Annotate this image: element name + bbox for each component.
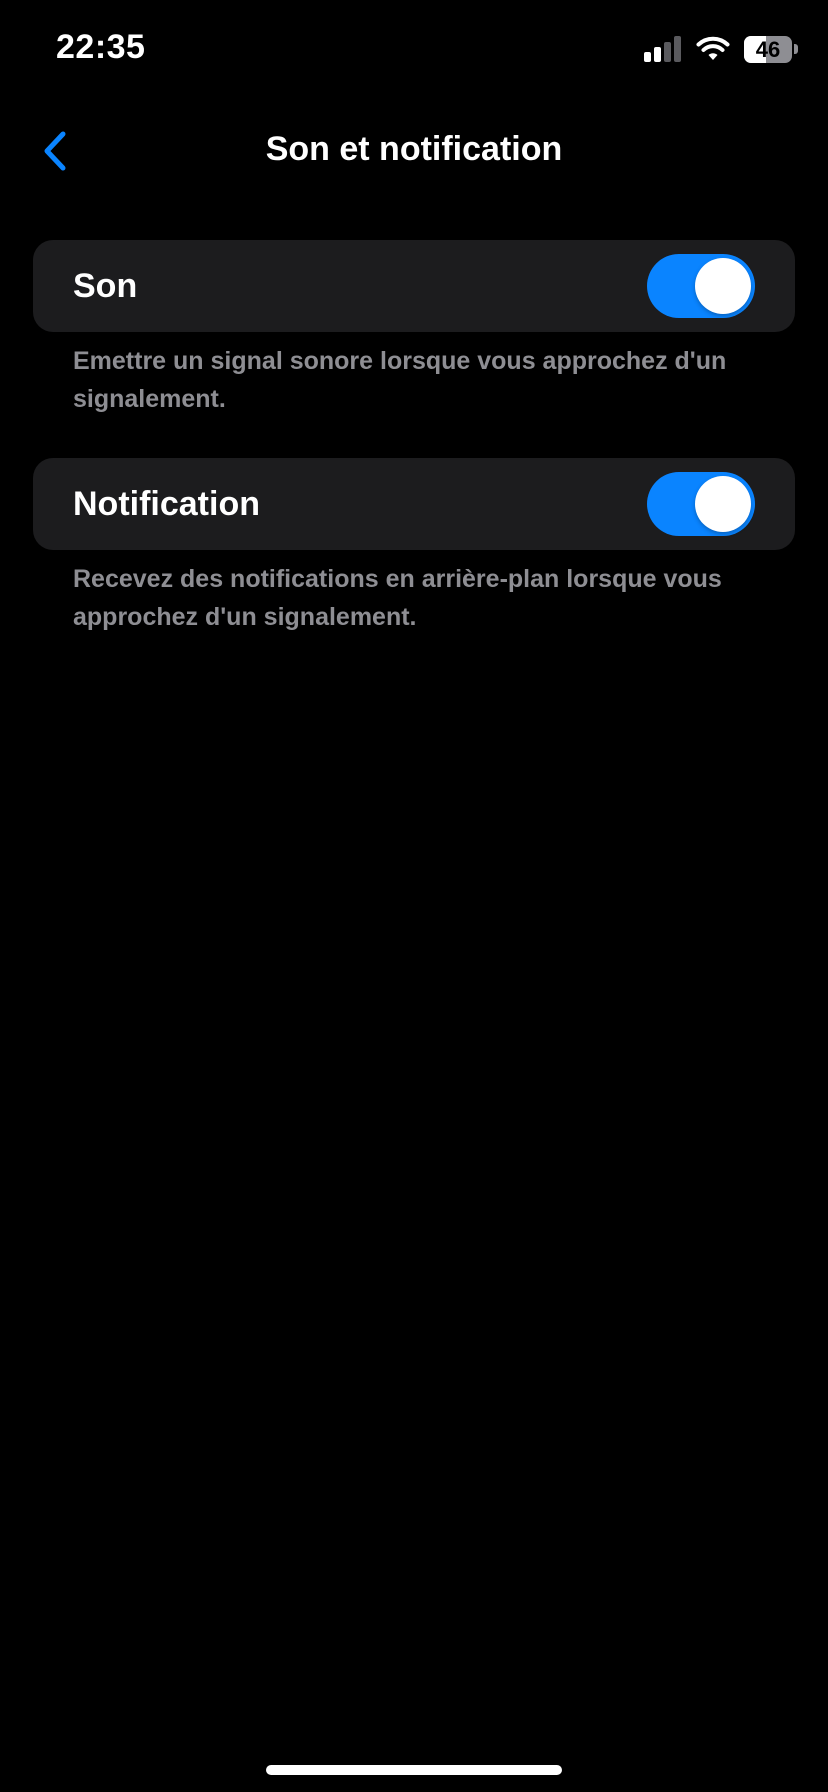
status-time: 22:35 xyxy=(56,28,146,66)
son-toggle[interactable] xyxy=(647,254,755,318)
setting-description-notification: Recevez des notifications en arrière-pla… xyxy=(73,565,722,631)
toggle-knob xyxy=(695,476,751,532)
battery-level: 46 xyxy=(755,36,781,62)
setting-row-notification: Notification xyxy=(33,458,795,550)
wifi-icon xyxy=(696,36,730,60)
setting-label-son: Son xyxy=(73,267,138,305)
toggle-knob xyxy=(695,258,751,314)
status-icons: 46 xyxy=(644,34,798,64)
page-title: Son et notification xyxy=(265,130,563,168)
battery-indicator: 46 xyxy=(744,35,798,63)
home-indicator[interactable] xyxy=(266,1765,562,1775)
setting-description-son: Emettre un signal sonore lorsque vous ap… xyxy=(73,347,727,413)
setting-row-son: Son xyxy=(33,240,795,332)
battery-cap xyxy=(794,44,798,54)
navigation-bar: Son et notification xyxy=(0,110,828,190)
status-bar: 22:35 46 xyxy=(0,0,828,100)
cellular-signal-icon xyxy=(644,36,681,62)
setting-label-notification: Notification xyxy=(73,485,260,523)
battery-icon: 46 xyxy=(744,35,792,63)
notification-toggle[interactable] xyxy=(647,472,755,536)
